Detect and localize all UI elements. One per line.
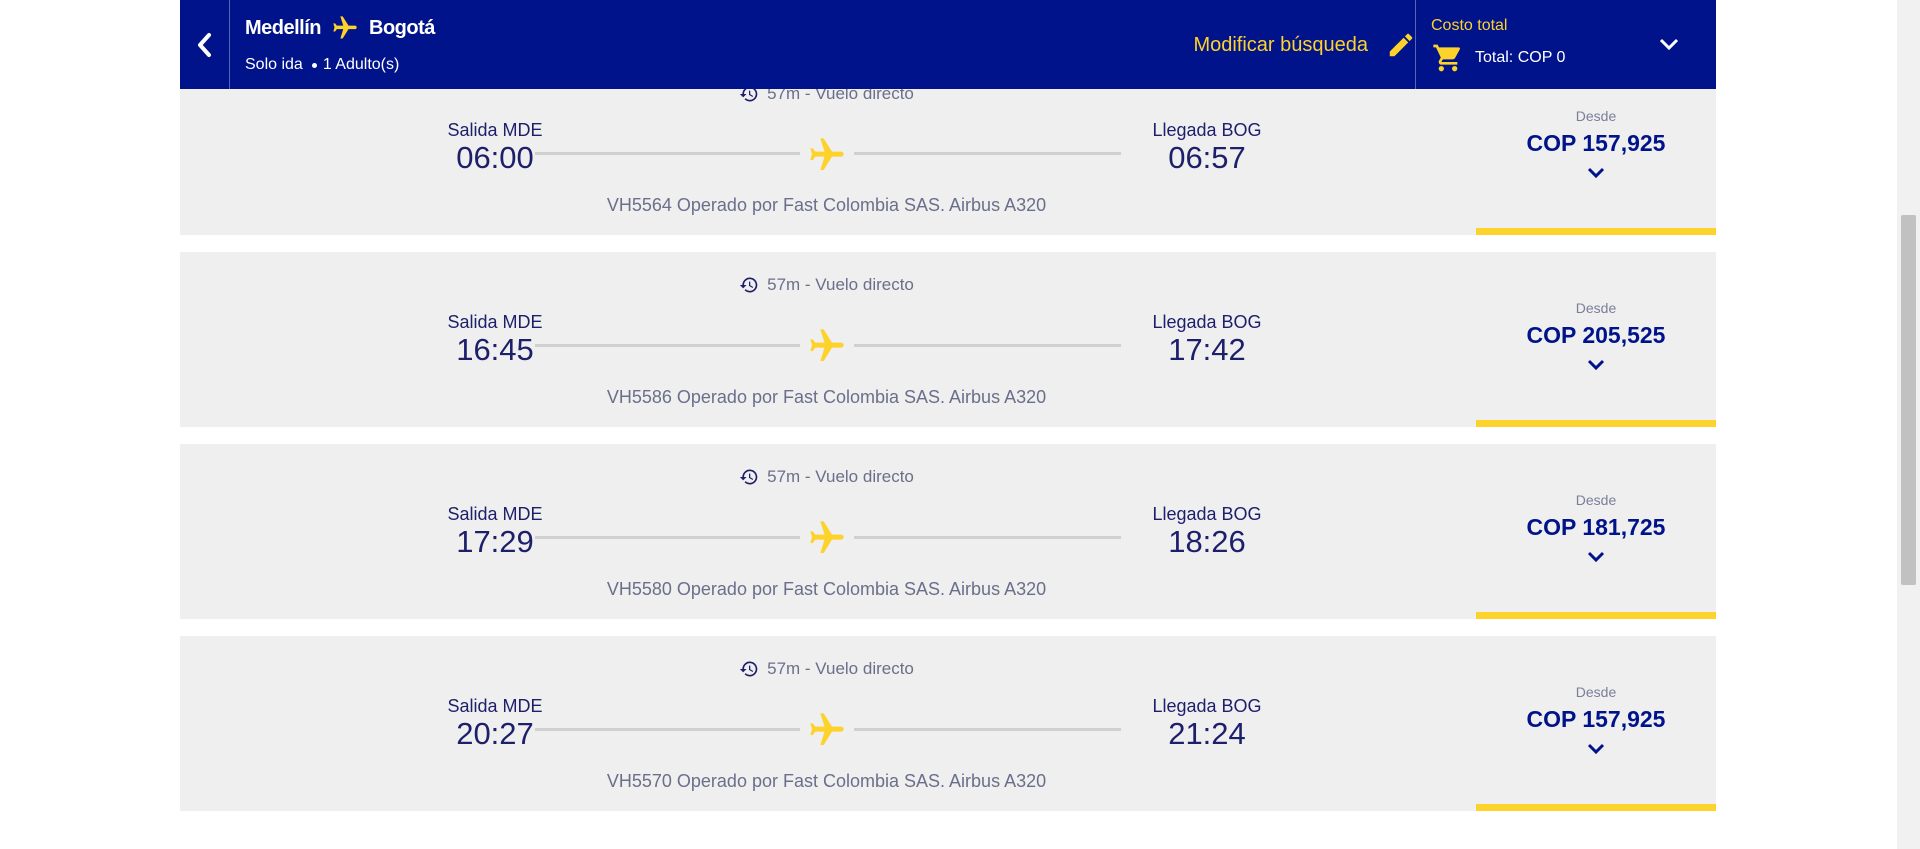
flight-summary: 57m - Vuelo directo Salida MDE 20:27 Lle…: [180, 636, 1473, 811]
price-option[interactable]: Desde COP 205,525: [1476, 252, 1716, 427]
history-icon: [739, 659, 759, 679]
flight-card[interactable]: 57m - Vuelo directo Salida MDE 16:45 Lle…: [180, 252, 1716, 427]
departure-time: 17:29: [456, 524, 534, 559]
departure-label: Salida MDE: [447, 120, 543, 140]
arrival-time: 18:26: [1168, 524, 1246, 559]
history-icon: [739, 467, 759, 487]
price-value: COP 157,925: [1526, 130, 1666, 156]
departure-time: 20:27: [456, 716, 534, 751]
route-line: [535, 152, 800, 155]
route-line: [535, 344, 800, 347]
arrival: Llegada BOG 18:26: [1132, 504, 1282, 559]
arrival-label: Llegada BOG: [1152, 120, 1262, 140]
airplane-icon: [807, 326, 847, 366]
from-label: Desde: [1575, 300, 1617, 316]
route-line: [854, 152, 1121, 155]
chevron-down-icon[interactable]: [1658, 35, 1680, 53]
trip-info: Solo ida 1 Adulto(s): [245, 56, 399, 74]
scrollbar-thumb[interactable]: [1901, 215, 1916, 585]
route-line: [535, 728, 800, 731]
route-line: [535, 536, 800, 539]
from-label: Desde: [1575, 108, 1617, 124]
arrival: Llegada BOG 21:24: [1132, 696, 1282, 751]
total-cost-panel[interactable]: Costo total Total: COP 0: [1415, 0, 1716, 89]
departure-label: Salida MDE: [447, 696, 543, 716]
price-accent-bar: [1476, 420, 1716, 427]
departure-label: Salida MDE: [447, 312, 543, 332]
departure-label: Salida MDE: [447, 504, 543, 524]
flight-duration: 57m - Vuelo directo: [180, 467, 1473, 487]
flight-info: VH5586 Operado por Fast Colombia SAS. Ai…: [606, 387, 1047, 407]
flight-summary: 57m - Vuelo directo Salida MDE 16:45 Lle…: [180, 252, 1473, 427]
cart-icon: [1431, 42, 1465, 74]
route-line: [854, 728, 1121, 731]
price-accent-bar: [1476, 228, 1716, 235]
modify-search-label: Modificar búsqueda: [1193, 33, 1368, 56]
price-option[interactable]: Desde COP 181,725: [1476, 444, 1716, 619]
origin-city: Medellín: [245, 16, 322, 39]
flight-duration: 57m - Vuelo directo: [180, 659, 1473, 679]
chevron-down-icon[interactable]: [1583, 356, 1609, 374]
chevron-down-icon[interactable]: [1583, 740, 1609, 758]
from-label: Desde: [1575, 492, 1617, 508]
arrival: Llegada BOG 06:57: [1132, 120, 1282, 175]
duration-text: 57m - Vuelo directo: [767, 659, 914, 678]
price-value: COP 157,925: [1526, 706, 1666, 732]
cost-total: Total: COP 0: [1475, 49, 1566, 66]
passenger-count: 1 Adulto(s): [322, 56, 400, 73]
departure: Salida MDE 20:27: [420, 696, 570, 751]
price-value: COP 181,725: [1526, 514, 1666, 540]
departure-time: 06:00: [456, 140, 534, 175]
from-label: Desde: [1575, 684, 1617, 700]
separator-dot: [311, 62, 317, 68]
airplane-icon: [807, 710, 847, 750]
arrival-time: 06:57: [1168, 140, 1246, 175]
route-line: [854, 536, 1121, 539]
airplane-icon: [807, 518, 847, 558]
vertical-scrollbar[interactable]: [1897, 0, 1920, 849]
departure-time: 16:45: [456, 332, 534, 367]
route-line: [854, 344, 1121, 347]
flight-duration: 57m - Vuelo directo: [180, 275, 1473, 295]
chevron-down-icon[interactable]: [1583, 164, 1609, 182]
duration-text: 57m - Vuelo directo: [767, 467, 914, 486]
arrival-time: 21:24: [1168, 716, 1246, 751]
duration-text: 57m - Vuelo directo: [767, 275, 914, 294]
destination-city: Bogotá: [369, 16, 435, 39]
chevron-down-icon[interactable]: [1583, 548, 1609, 566]
arrival-time: 17:42: [1168, 332, 1246, 367]
airplane-icon: [807, 135, 847, 175]
arrival-label: Llegada BOG: [1152, 504, 1262, 524]
price-option[interactable]: Desde COP 157,925: [1476, 636, 1716, 811]
route-summary: Medellín Bogotá: [245, 14, 435, 42]
departure: Salida MDE 17:29: [420, 504, 570, 559]
content-area: 57m - Vuelo directo Salida MDE 06:00 Lle…: [180, 0, 1716, 849]
flight-info: VH5564 Operado por Fast Colombia SAS. Ai…: [606, 195, 1047, 215]
trip-type: Solo ida: [245, 56, 303, 73]
flight-info: VH5580 Operado por Fast Colombia SAS. Ai…: [606, 579, 1047, 599]
price-accent-bar: [1476, 804, 1716, 811]
arrival: Llegada BOG 17:42: [1132, 312, 1282, 367]
flight-card[interactable]: 57m - Vuelo directo Salida MDE 20:27 Lle…: [180, 636, 1716, 811]
airplane-icon: [331, 14, 359, 42]
flight-summary: 57m - Vuelo directo Salida MDE 17:29 Lle…: [180, 444, 1473, 619]
arrival-label: Llegada BOG: [1152, 312, 1262, 332]
chevron-left-icon: [197, 32, 211, 57]
departure: Salida MDE 06:00: [420, 120, 570, 175]
departure: Salida MDE 16:45: [420, 312, 570, 367]
flight-card[interactable]: 57m - Vuelo directo Salida MDE 17:29 Lle…: [180, 444, 1716, 619]
history-icon: [739, 275, 759, 295]
modify-search-button[interactable]: Modificar búsqueda: [1193, 30, 1416, 60]
price-accent-bar: [1476, 612, 1716, 619]
pencil-icon: [1386, 30, 1416, 60]
price-value: COP 205,525: [1526, 322, 1666, 348]
back-button[interactable]: [180, 0, 230, 89]
flight-info: VH5570 Operado por Fast Colombia SAS. Ai…: [606, 771, 1047, 791]
arrival-label: Llegada BOG: [1152, 696, 1262, 716]
search-summary-header: Medellín Bogotá Solo ida 1 Adulto(s) Mod…: [180, 0, 1716, 89]
cost-label: Costo total: [1431, 17, 1508, 34]
